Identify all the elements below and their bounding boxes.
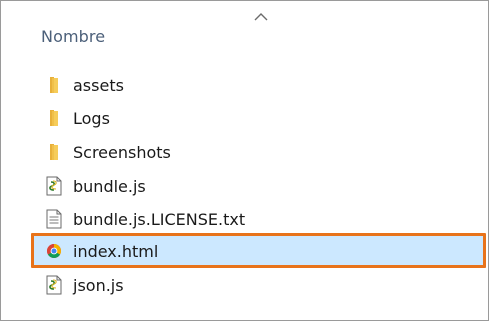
script-file-icon — [46, 176, 62, 196]
list-item-logs[interactable]: Logs — [1, 102, 488, 135]
script-file-icon — [46, 275, 62, 295]
file-name: Logs — [73, 109, 110, 128]
text-file-icon — [46, 209, 62, 229]
file-name: Screenshots — [73, 143, 171, 162]
chrome-html-file-icon — [47, 244, 61, 258]
list-item-screenshots[interactable]: Screenshots — [1, 136, 488, 169]
list-item-bundle-js[interactable]: bundle.js — [1, 170, 488, 203]
column-header-name[interactable]: Nombre — [41, 27, 105, 46]
file-name: json.js — [73, 276, 124, 295]
list-item-index-html[interactable]: index.html — [32, 235, 486, 268]
list-item-json-js[interactable]: json.js — [1, 269, 488, 302]
file-name: bundle.js — [73, 177, 146, 196]
file-name: index.html — [73, 242, 159, 261]
chevron-up-icon[interactable] — [253, 12, 269, 22]
folder-icon — [50, 110, 58, 126]
file-name: assets — [73, 76, 124, 95]
folder-icon — [50, 77, 58, 93]
list-item-assets[interactable]: assets — [1, 69, 488, 102]
list-item-bundle-license-txt[interactable]: bundle.js.LICENSE.txt — [1, 203, 488, 236]
file-name: bundle.js.LICENSE.txt — [73, 210, 246, 229]
folder-icon — [50, 144, 58, 160]
file-list-pane: Nombre assets Logs Screenshots bundle.js… — [0, 0, 489, 321]
